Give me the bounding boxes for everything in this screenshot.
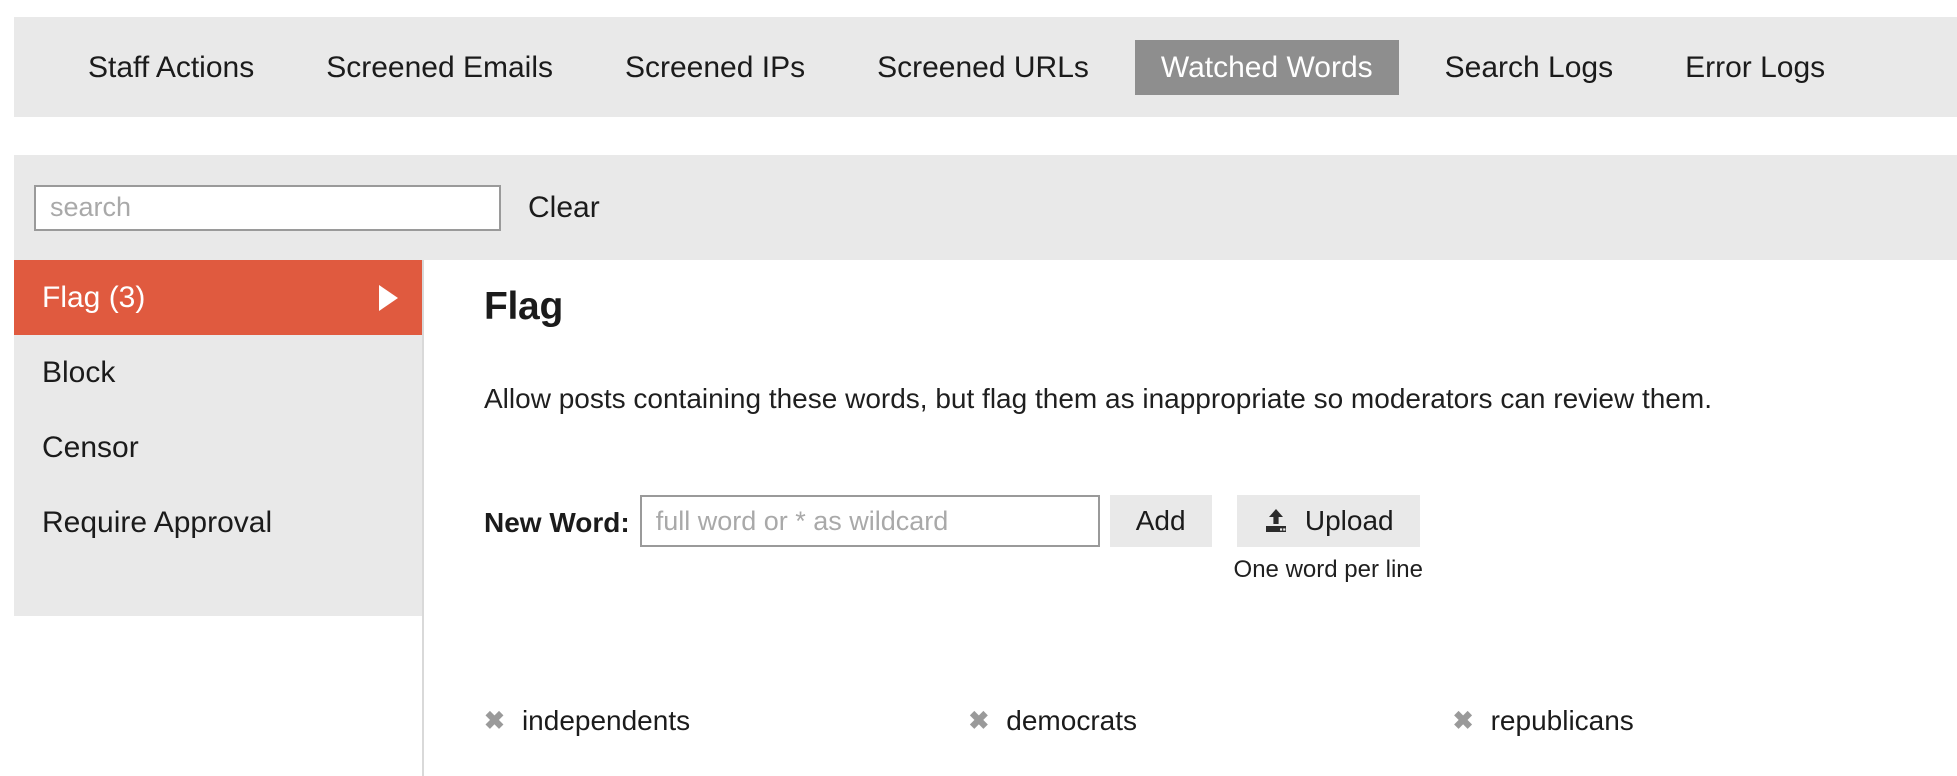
- word-label: independents: [521, 705, 691, 736]
- page-title: Flag: [484, 285, 563, 328]
- tab-watched-words[interactable]: Watched Words: [1134, 39, 1399, 95]
- sidebar-item-label: Require Approval: [42, 505, 273, 539]
- upload-group: Upload One word per line: [1234, 495, 1423, 584]
- sidebar-item-censor[interactable]: Censor: [14, 410, 422, 485]
- tab-search-logs[interactable]: Search Logs: [1419, 40, 1639, 95]
- sidebar-divider: [422, 260, 424, 776]
- sidebar-item-flag[interactable]: Flag (3): [14, 260, 422, 335]
- chevron-right-icon: [379, 284, 398, 311]
- page-description: Allow posts containing these words, but …: [484, 383, 1712, 414]
- sidebar-item-label: Flag (3): [42, 280, 146, 314]
- tab-staff-actions[interactable]: Staff Actions: [62, 40, 280, 95]
- new-word-input[interactable]: [639, 495, 1100, 548]
- upload-icon: [1263, 508, 1289, 534]
- tab-screened-urls[interactable]: Screened URLs: [851, 40, 1115, 95]
- add-word-button[interactable]: Add: [1109, 495, 1212, 548]
- sidebar-item-label: Censor: [42, 430, 139, 464]
- clear-search-link[interactable]: Clear: [528, 191, 600, 225]
- remove-word-icon[interactable]: ✖: [484, 708, 505, 734]
- tab-bar: Staff Actions Screened Emails Screened I…: [14, 17, 1957, 117]
- new-word-label: New Word:: [484, 507, 630, 539]
- upload-hint: One word per line: [1233, 556, 1423, 584]
- word-label: republicans: [1490, 705, 1634, 736]
- sidebar-item-label: Block: [42, 355, 116, 389]
- list-item: ✖ independents: [484, 705, 968, 737]
- upload-button[interactable]: Upload: [1236, 495, 1420, 548]
- main-panel: Flag Allow posts containing these words,…: [484, 285, 1937, 584]
- remove-word-icon[interactable]: ✖: [1453, 708, 1474, 734]
- sidebar: Flag (3) Block Censor Require Approval: [14, 260, 422, 616]
- new-word-form: New Word: Add Upload One word per line: [484, 495, 1937, 584]
- tab-screened-ips[interactable]: Screened IPs: [599, 40, 831, 95]
- sidebar-item-block[interactable]: Block: [14, 335, 422, 410]
- tab-screened-emails[interactable]: Screened Emails: [300, 40, 579, 95]
- list-item: ✖ republicans: [1453, 705, 1937, 737]
- sidebar-item-require-approval[interactable]: Require Approval: [14, 485, 422, 560]
- watched-word-list: ✖ independents ✖ democrats ✖ republicans: [484, 705, 1937, 737]
- upload-button-label: Upload: [1304, 505, 1394, 537]
- list-item: ✖ democrats: [968, 705, 1452, 737]
- search-input[interactable]: [34, 184, 501, 231]
- tab-error-logs[interactable]: Error Logs: [1659, 40, 1851, 95]
- search-bar: Clear: [14, 155, 1957, 260]
- word-label: democrats: [1006, 705, 1137, 736]
- remove-word-icon[interactable]: ✖: [968, 708, 989, 734]
